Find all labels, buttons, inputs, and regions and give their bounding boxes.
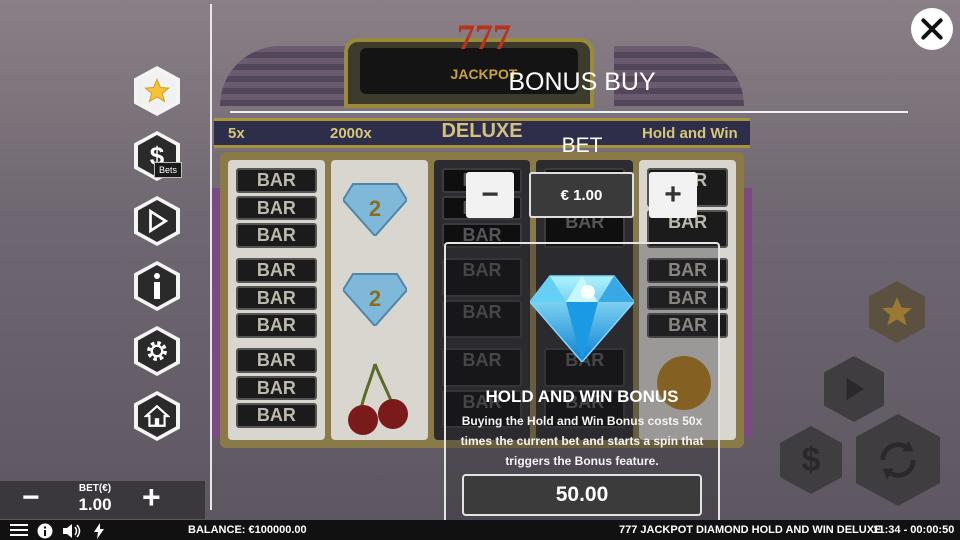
info-icon — [154, 273, 160, 299]
lightning-icon[interactable] — [93, 523, 105, 539]
bet-bar-label: BET(€) — [78, 483, 112, 494]
bet-bar-value: 1.00 — [78, 495, 112, 514]
play-icon — [846, 377, 864, 401]
close-button[interactable] — [911, 8, 953, 50]
sound-icon[interactable] — [62, 523, 82, 539]
strip-left-label: 5x — [228, 125, 245, 142]
clock-text: 11:34 - 00:00:50 — [873, 524, 955, 536]
bet-label: BET — [561, 134, 603, 157]
logo-777: 777 — [457, 17, 511, 57]
diamond-2-icon: 2 — [342, 183, 407, 236]
game-name-text: 777 JACKPOT DIAMOND HOLD AND WIN DELUXE — [619, 524, 882, 536]
status-bar: BALANCE: €100000.00 777 JACKPOT DIAMOND … — [0, 520, 960, 540]
hold-and-win-bonus-card[interactable]: HOLD AND WIN BONUS Buying the Hold and W… — [444, 242, 720, 524]
home-icon — [144, 404, 170, 427]
bet-control: − BET(€) 1.00 + — [0, 479, 205, 519]
machine-wing-left — [220, 46, 350, 106]
star-icon — [144, 78, 170, 103]
dollar-icon: $ — [801, 440, 821, 479]
sidebar-divider — [210, 4, 212, 510]
bar-symbol: BARBARBAR — [236, 258, 317, 339]
bar-symbol: BARBARBAR — [236, 168, 317, 249]
close-icon — [921, 18, 943, 40]
bonus-title: HOLD AND WIN BONUS — [485, 387, 679, 406]
strip-right-label: Hold and Win — [642, 125, 738, 142]
bet-increase-button[interactable]: + — [649, 172, 697, 218]
bet-bar-increase-button[interactable]: + — [142, 479, 161, 516]
gear-icon — [147, 341, 167, 361]
logo-deluxe: DELUXE — [441, 120, 523, 142]
menu-icon[interactable] — [10, 523, 28, 537]
spin-button[interactable] — [856, 414, 940, 506]
info-icon[interactable] — [37, 523, 53, 539]
reel-1: BAR BAR BAR BAR BAR BAR BAR BAR BAR — [228, 160, 325, 440]
modal-divider — [230, 111, 908, 113]
star-icon — [882, 297, 912, 326]
bonus-price-button[interactable]: 50.00 — [462, 474, 702, 516]
play-icon — [149, 208, 169, 234]
svg-text:2: 2 — [369, 196, 381, 221]
diamond-2-icon: 2 — [342, 273, 407, 326]
bets-tooltip: Bets — [154, 162, 183, 178]
bet-value-display: € 1.00 — [529, 172, 634, 218]
bet-bar-decrease-button[interactable]: − — [22, 481, 40, 515]
autoplay-button[interactable] — [824, 356, 884, 422]
bonus-description: Buying the Hold and Win Bonus costs 50x … — [460, 414, 704, 468]
bonus-buy-star-button[interactable] — [869, 281, 925, 343]
svg-text:2: 2 — [369, 286, 381, 311]
bet-decrease-button[interactable]: − — [466, 172, 514, 218]
refresh-icon — [880, 440, 916, 480]
modal-title: BONUS BUY — [508, 68, 656, 96]
bar-symbol: BARBARBAR — [236, 348, 317, 429]
cherry-icon — [347, 363, 408, 435]
bet-menu-button[interactable]: $ — [780, 426, 842, 494]
diamond-icon — [530, 275, 634, 362]
balance-text: BALANCE: €100000.00 — [188, 524, 307, 536]
strip-mid-label: 2000x — [330, 125, 372, 142]
reel-2: 2 2 — [330, 160, 428, 440]
